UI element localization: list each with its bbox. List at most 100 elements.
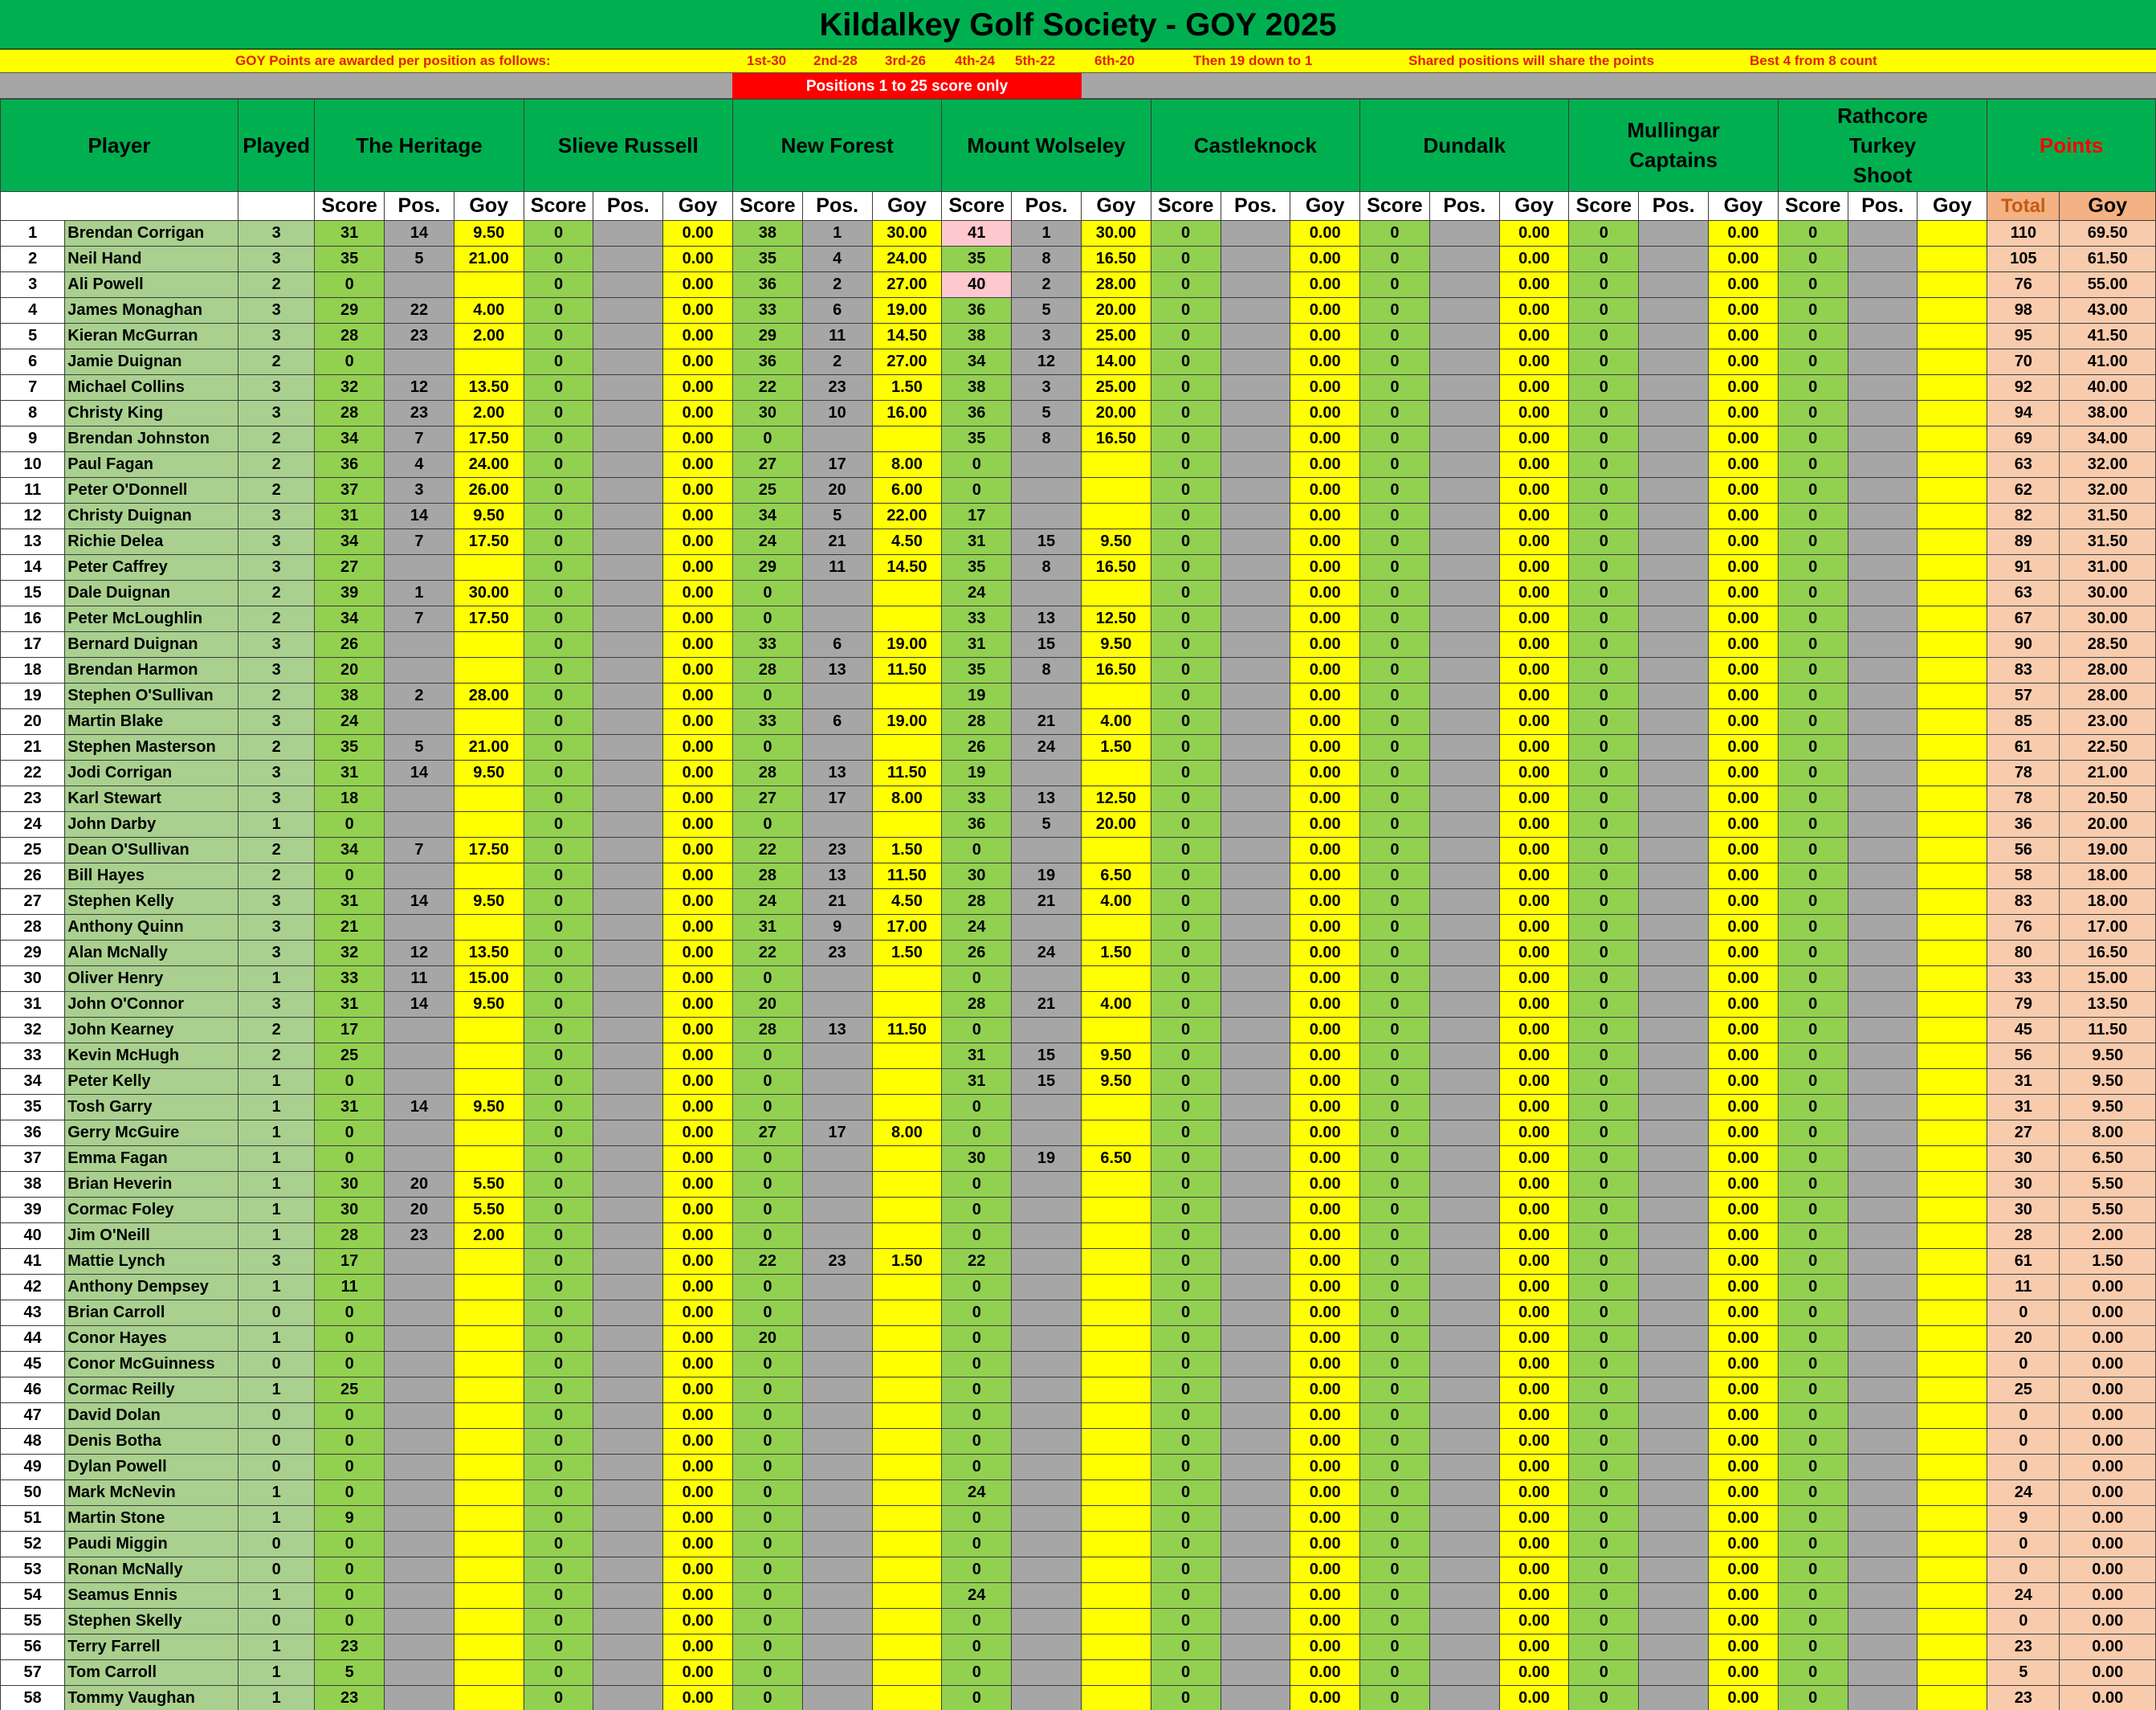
goy-cell[interactable]: 0.00 <box>1708 1557 1779 1583</box>
played-cell[interactable]: 2 <box>237 606 316 632</box>
goy-cell[interactable]: 0.00 <box>1708 1197 1779 1223</box>
pos-cell[interactable] <box>593 914 664 941</box>
score-cell[interactable]: 0 <box>1777 1068 1848 1095</box>
goy-cell[interactable]: 0.00 <box>1498 683 1570 709</box>
goy-cell[interactable]: 0.00 <box>1290 451 1361 478</box>
goy-cell[interactable]: 0.00 <box>1498 477 1570 504</box>
score-cell[interactable]: 0 <box>732 734 803 761</box>
score-cell[interactable]: 0 <box>732 1582 803 1609</box>
score-cell[interactable]: 0 <box>1568 734 1640 761</box>
score-cell[interactable]: 0 <box>523 1377 594 1403</box>
goy-cell[interactable]: 0.00 <box>1290 991 1361 1018</box>
score-cell[interactable]: 0 <box>1150 1685 1221 1710</box>
total-cell[interactable]: 56 <box>1987 837 2060 863</box>
goy-cell[interactable]: 0.00 <box>1498 1248 1570 1275</box>
score-cell[interactable]: 0 <box>1568 1454 1640 1480</box>
score-cell[interactable]: 18 <box>314 786 385 812</box>
player-name-cell[interactable]: Jim O'Neill <box>64 1222 238 1249</box>
score-cell[interactable]: 0 <box>523 271 594 298</box>
table-row[interactable]: 50 Mark McNevin 1 0 0 0.00 0 24 0 0.00 0 0.00 0 0.00 0… <box>0 1479 2156 1506</box>
score-cell[interactable]: 0 <box>1150 1120 1221 1146</box>
pos-cell[interactable] <box>1847 1120 1918 1146</box>
pos-cell[interactable] <box>1011 1428 1082 1455</box>
goy-cell[interactable]: 0.00 <box>1708 1402 1779 1429</box>
score-cell[interactable]: 0 <box>1568 374 1640 401</box>
score-cell[interactable]: 0 <box>1568 1351 1640 1377</box>
goy-cell[interactable]: 0.00 <box>662 1582 733 1609</box>
score-cell[interactable]: 0 <box>1150 529 1221 555</box>
score-cell[interactable]: 0 <box>1568 1608 1640 1634</box>
goy-cell[interactable]: 16.50 <box>1080 246 1151 272</box>
score-cell[interactable]: 28 <box>941 888 1013 915</box>
pos-cell[interactable]: 23 <box>801 837 873 863</box>
pos-cell[interactable] <box>1847 503 1918 529</box>
goy-cell[interactable]: 0.00 <box>662 1197 733 1223</box>
score-cell[interactable]: 21 <box>314 914 385 941</box>
pos-cell[interactable] <box>1220 991 1291 1018</box>
player-name-cell[interactable]: Anthony Quinn <box>64 914 238 941</box>
pos-cell[interactable]: 1 <box>801 220 873 247</box>
score-cell[interactable]: 0 <box>1777 1197 1848 1223</box>
goy-cell[interactable]: 0.00 <box>662 1428 733 1455</box>
pos-cell[interactable] <box>1847 246 1918 272</box>
goy-cell[interactable]: 0.00 <box>1708 400 1779 426</box>
rank-cell[interactable]: 6 <box>0 349 66 375</box>
pos-cell[interactable] <box>1638 760 1710 786</box>
goy-cell[interactable]: 0.00 <box>1290 1120 1361 1146</box>
goy-cell[interactable] <box>1917 708 1988 735</box>
player-name-cell[interactable]: Cormac Foley <box>64 1197 238 1223</box>
goy-cell[interactable] <box>1080 760 1151 786</box>
pos-cell[interactable] <box>593 503 664 529</box>
score-cell[interactable]: 17 <box>314 1248 385 1275</box>
table-row[interactable]: 3 Ali Powell 2 0 0 0.00 36 2 27.00 40 2 28.00 0 0.00 0… <box>0 271 2156 298</box>
player-name-cell[interactable]: Richie Delea <box>64 529 238 555</box>
table-row[interactable]: 33 Kevin McHugh 2 25 0 0.00 0 31 15 9.50 0 0.00 0 0.0… <box>0 1043 2156 1069</box>
goy-cell[interactable]: 0.00 <box>1290 631 1361 658</box>
pos-cell[interactable] <box>1220 1120 1291 1146</box>
pos-cell[interactable] <box>801 1685 873 1710</box>
goy-cell[interactable] <box>453 1377 524 1403</box>
pos-cell[interactable] <box>1220 1222 1291 1249</box>
goy-cell[interactable]: 0.00 <box>662 1634 733 1660</box>
score-cell[interactable]: 0 <box>1150 760 1221 786</box>
rank-cell[interactable]: 52 <box>0 1531 66 1557</box>
score-cell[interactable]: 0 <box>523 1197 594 1223</box>
pos-cell[interactable] <box>1429 940 1500 966</box>
total-cell[interactable]: 105 <box>1987 246 2060 272</box>
score-cell[interactable]: 0 <box>1568 1557 1640 1583</box>
total-cell[interactable]: 0 <box>1987 1531 2060 1557</box>
pos-cell[interactable] <box>1638 503 1710 529</box>
score-cell[interactable]: 0 <box>1150 888 1221 915</box>
pos-cell[interactable] <box>1429 683 1500 709</box>
goy-cell[interactable]: 0.00 <box>1498 1120 1570 1146</box>
pos-cell[interactable] <box>801 1094 873 1120</box>
goy-cell[interactable]: 0.00 <box>662 374 733 401</box>
rank-cell[interactable]: 3 <box>0 271 66 298</box>
pos-cell[interactable]: 21 <box>1011 888 1082 915</box>
pos-cell[interactable] <box>1011 1248 1082 1275</box>
pos-cell[interactable] <box>1638 1120 1710 1146</box>
rank-cell[interactable]: 53 <box>0 1557 66 1583</box>
pos-cell[interactable] <box>1638 374 1710 401</box>
total-cell[interactable]: 95 <box>1987 323 2060 349</box>
pos-cell[interactable] <box>801 1274 873 1300</box>
goy-cell[interactable]: 0.00 <box>1498 1685 1570 1710</box>
pos-cell[interactable] <box>1638 400 1710 426</box>
score-cell[interactable]: 0 <box>1568 477 1640 504</box>
goy-cell[interactable]: 0.00 <box>1498 631 1570 658</box>
player-name-cell[interactable]: Emma Fagan <box>64 1145 238 1172</box>
goy-cell[interactable]: 0.00 <box>1290 220 1361 247</box>
table-row[interactable]: 48 Denis Botha 0 0 0 0.00 0 0 0 0.00 0 0.00 0 0.00 0 0 0… <box>0 1428 2156 1455</box>
total-cell[interactable]: 36 <box>1987 811 2060 838</box>
pos-cell[interactable] <box>1220 220 1291 247</box>
pos-cell[interactable] <box>1847 1479 1918 1506</box>
goy-cell[interactable] <box>1917 477 1988 504</box>
total-cell[interactable]: 23 <box>1987 1685 2060 1710</box>
goy-cell[interactable] <box>871 1351 943 1377</box>
pos-cell[interactable] <box>593 863 664 889</box>
score-cell[interactable]: 0 <box>1777 965 1848 992</box>
pos-cell[interactable] <box>384 1402 454 1429</box>
score-cell[interactable]: 0 <box>1150 400 1221 426</box>
goy-cell[interactable]: 0.00 <box>1708 271 1779 298</box>
pos-cell[interactable] <box>801 1428 873 1455</box>
